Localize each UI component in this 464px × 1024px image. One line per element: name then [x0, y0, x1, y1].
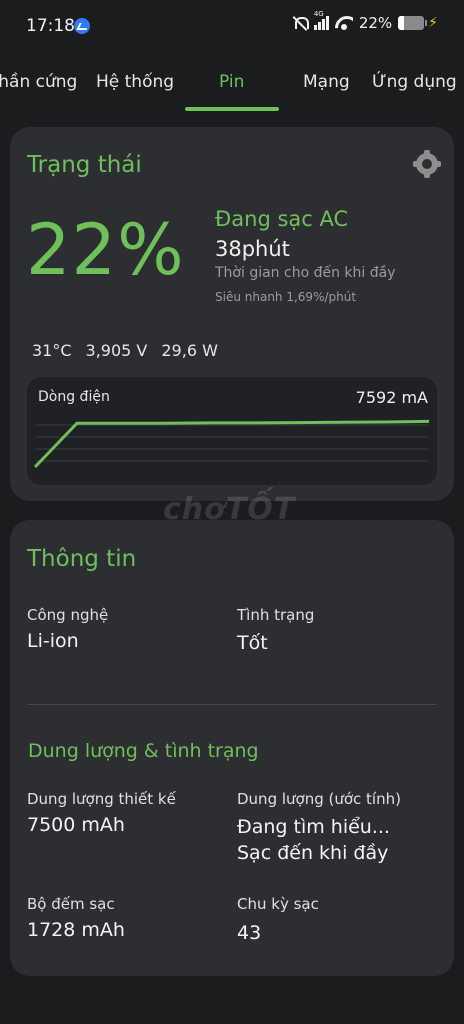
- charge-cycles-value: 43: [237, 922, 262, 944]
- charge-counter-label: Bộ đếm sạc: [27, 895, 115, 913]
- charging-bolt-icon: ⚡: [428, 15, 438, 31]
- current-value: 7592 mA: [355, 388, 428, 407]
- tab-system[interactable]: Hệ thống: [96, 72, 174, 92]
- battery-fill: [398, 16, 404, 30]
- status-icons: 4G 22% ⚡: [292, 10, 438, 32]
- signal-icon: 4G: [313, 10, 329, 30]
- tab-battery[interactable]: Pin: [219, 72, 244, 92]
- gear-icon[interactable]: [413, 150, 441, 178]
- voltage-value: 3,905 V: [85, 341, 148, 360]
- charge-cycles-label: Chu kỳ sạc: [237, 895, 319, 913]
- temperature-value: 31°C: [32, 341, 72, 360]
- info-card-title: Thông tin: [27, 546, 137, 572]
- current-label: Dòng điện: [38, 389, 110, 405]
- time-remaining: 38phút: [215, 237, 290, 261]
- battery-percent: 22%: [358, 14, 393, 32]
- capacity-section-title: Dung lượng & tình trạng: [28, 740, 259, 762]
- battery-icon: [398, 16, 428, 30]
- status-time: 17:18: [26, 16, 75, 36]
- tab-bar: Phần cứng Hệ thống Pin Mạng Ứng dụng: [0, 56, 464, 112]
- design-capacity-label: Dung lượng thiết kế: [27, 790, 176, 808]
- status-card-title: Trạng thái: [27, 152, 142, 178]
- estimated-capacity-value-line2: Sạc đến khi đầy: [237, 842, 389, 864]
- network-type-label: 4G: [313, 10, 324, 18]
- tab-apps[interactable]: Ứng dụng: [372, 72, 457, 92]
- tab-network[interactable]: Mạng: [303, 72, 350, 92]
- charge-rate: Siêu nhanh 1,69%/phút: [215, 290, 357, 304]
- readings-row: 31°C 3,905 V 29,6 W: [32, 341, 218, 360]
- health-value: Tốt: [237, 632, 268, 654]
- time-remaining-caption: Thời gian cho đến khi đầy: [215, 265, 396, 281]
- current-chart-panel: Dòng điện 7592 mA: [27, 377, 437, 485]
- current-series-line: [33, 419, 430, 469]
- active-tab-indicator: [185, 107, 279, 111]
- estimated-capacity-label: Dung lượng (ước tính): [237, 790, 401, 808]
- status-bar: 17:18 4G 22% ⚡: [0, 0, 464, 52]
- design-capacity-value: 7500 mAh: [27, 814, 125, 836]
- wifi-icon: [335, 16, 353, 30]
- estimated-capacity-value-line1: Đang tìm hiểu...: [237, 816, 390, 838]
- power-value: 29,6 W: [161, 341, 218, 360]
- battery-level-percent: 22%: [26, 209, 185, 291]
- charge-counter-value: 1728 mAh: [27, 919, 125, 941]
- mute-icon: [292, 15, 309, 31]
- tab-hardware[interactable]: Phần cứng: [0, 72, 77, 92]
- status-card: Trạng thái 22% Đang sạc AC 38phút Thời g…: [10, 127, 454, 501]
- info-card: Thông tin Công nghệ Li-ion Tình trạng Tố…: [10, 520, 454, 976]
- technology-value: Li-ion: [27, 630, 79, 652]
- health-label: Tình trạng: [237, 606, 315, 624]
- section-divider: [27, 704, 437, 705]
- technology-label: Công nghệ: [27, 606, 109, 624]
- charge-state: Đang sạc AC: [215, 207, 349, 231]
- messenger-icon: [74, 18, 90, 34]
